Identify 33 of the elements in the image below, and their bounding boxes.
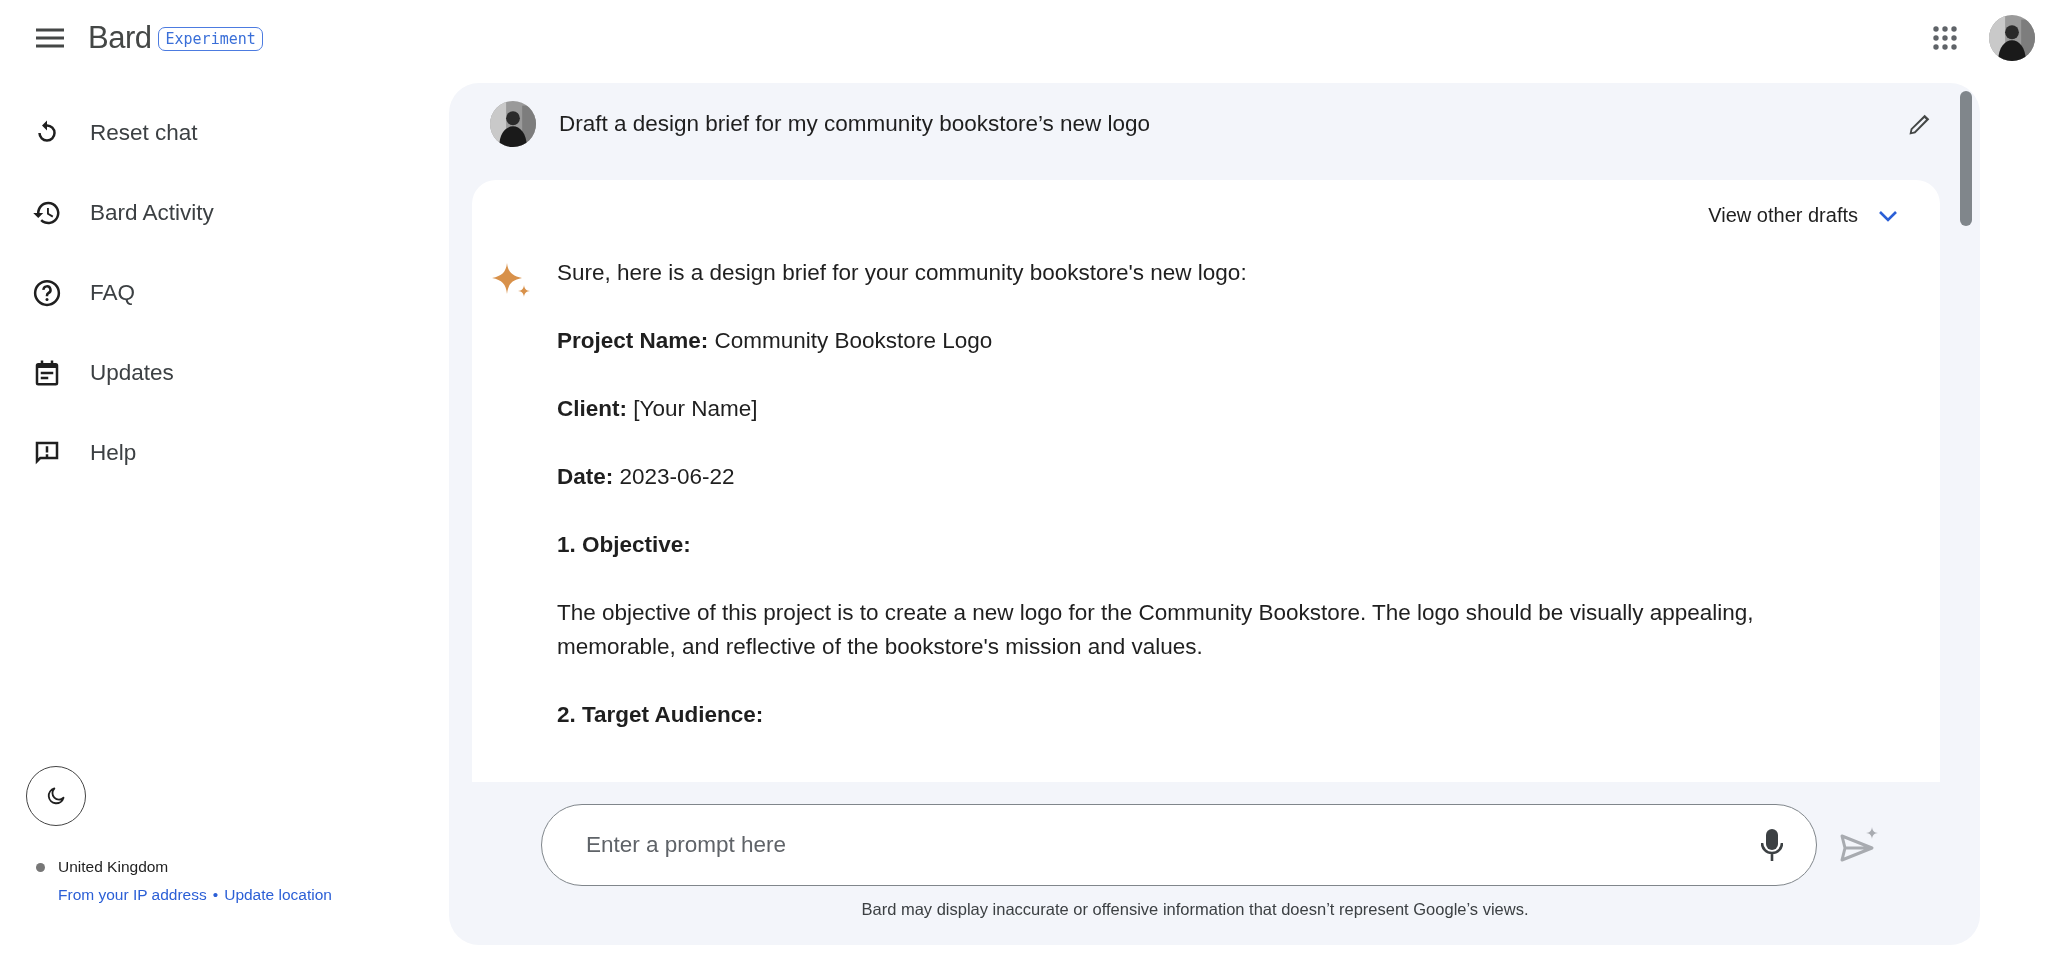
sidebar-item[interactable]: Reset chat — [32, 109, 198, 157]
user-prompt: Draft a design brief for my community bookstore’s new logo — [559, 110, 1152, 137]
update-location-link[interactable]: Update location — [224, 881, 332, 909]
response-paragraph: Project Name: Community Bookstore Logo — [557, 327, 994, 355]
separator-dot: • — [212, 885, 219, 905]
scrollbar-thumb[interactable] — [1960, 91, 1972, 226]
avatar[interactable] — [1989, 15, 2035, 61]
sidebar-item[interactable]: Bard Activity — [32, 189, 214, 237]
location-country: United Kingdom — [58, 857, 169, 877]
response-paragraph: The objective of this project is to create a new logo for the Community Bookstore. The logo should be visually appealing, memorable, and reflective of the bookstore's mission and values. — [557, 599, 1755, 661]
location-dot — [36, 862, 45, 872]
dark-mode-button[interactable] — [26, 766, 86, 826]
moon-icon — [46, 786, 66, 806]
response-paragraph: Client: [Your Name] — [557, 395, 759, 423]
experiment-badge: Experiment — [158, 27, 263, 51]
sidebar-item[interactable]: Updates — [32, 349, 174, 397]
sidebar-item[interactable]: Help — [32, 429, 137, 477]
sidebar-item[interactable]: FAQ — [32, 269, 135, 317]
section-heading: 1. Objective: — [557, 531, 692, 559]
menu-icon[interactable] — [36, 28, 64, 48]
response-paragraph: Sure, here is a design brief for your community bookstore's new logo: — [557, 259, 1248, 287]
chevron-down-icon — [1878, 209, 1898, 222]
section-heading: 2. Target Audience: — [557, 701, 765, 729]
help-icon — [32, 278, 62, 308]
response-paragraph: Date: 2023-06-22 — [557, 463, 736, 491]
app-title: Bard — [88, 20, 152, 56]
microphone-icon[interactable] — [1761, 829, 1783, 861]
apps-grid-icon[interactable] — [1933, 26, 1957, 50]
avatar[interactable] — [490, 100, 536, 147]
view-drafts-button[interactable]: View other drafts — [1708, 204, 1898, 227]
prompt-field[interactable]: Enter a prompt here — [541, 804, 1817, 886]
disclaimer-text: Bard may display inaccurate or offensive information that doesn’t represent Google’s views. — [860, 900, 1530, 919]
ip-address-link[interactable]: From your IP address — [58, 881, 207, 909]
